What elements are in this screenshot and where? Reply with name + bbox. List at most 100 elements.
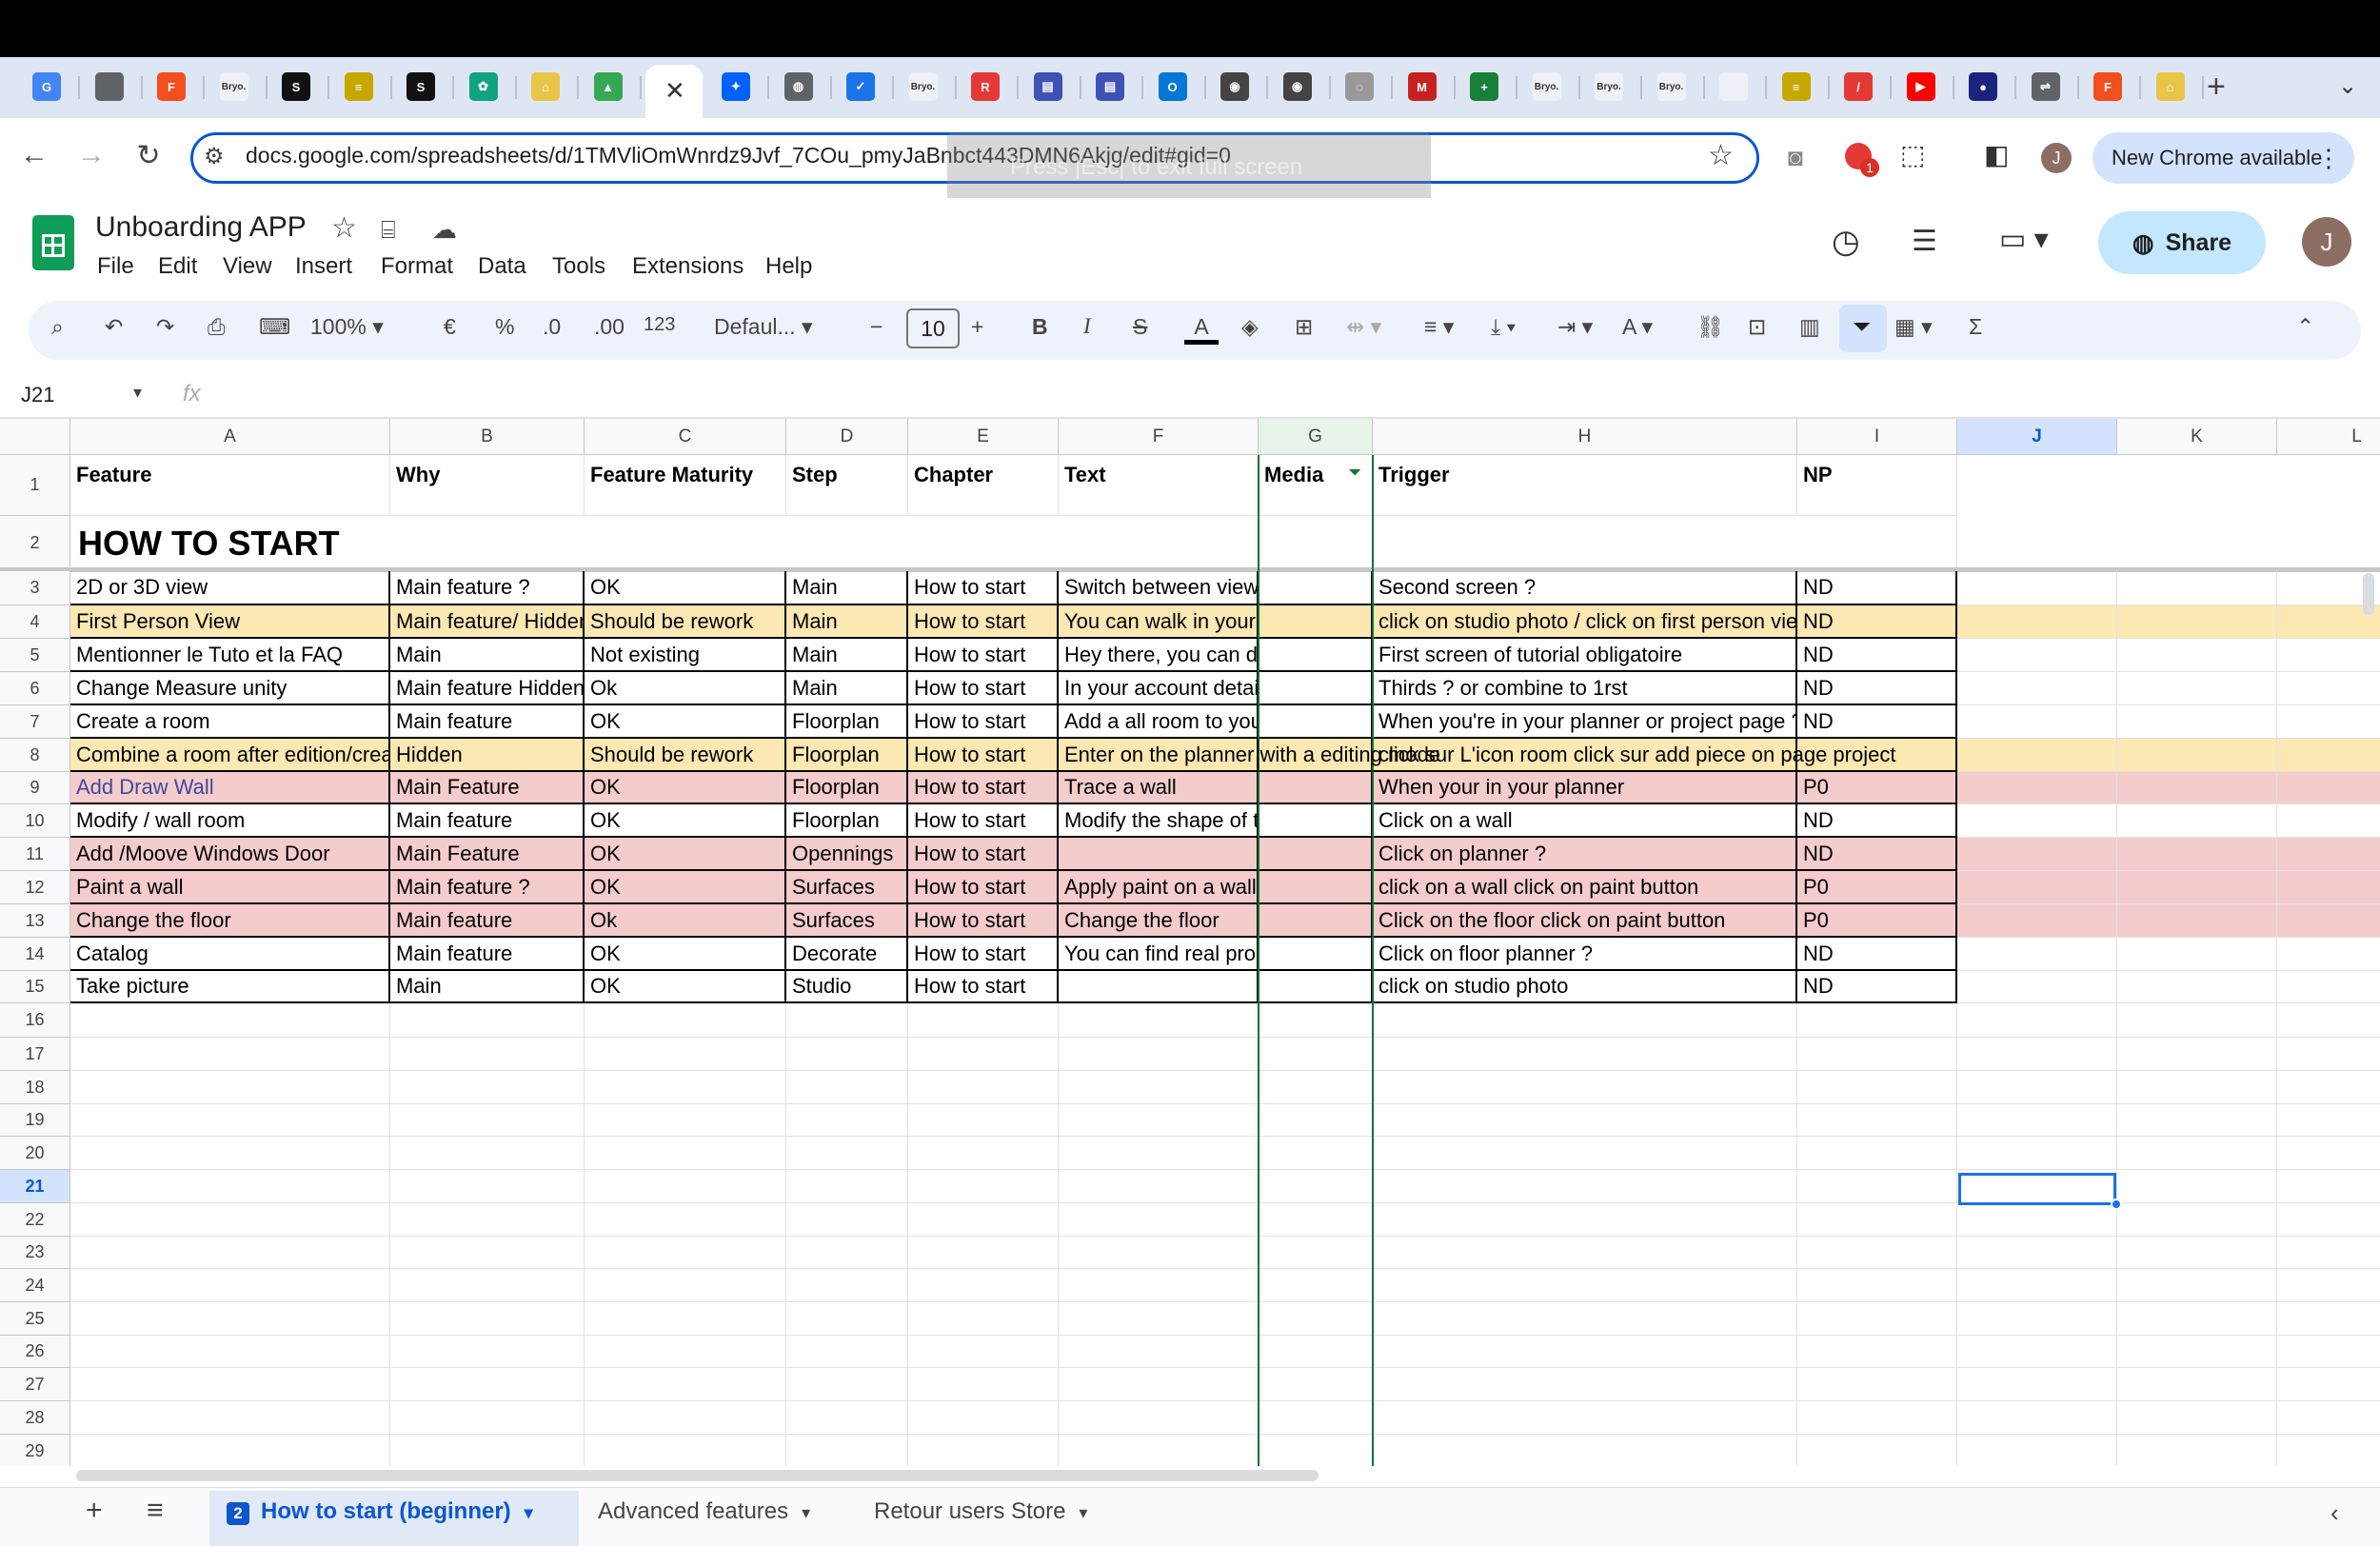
empty-cell[interactable] bbox=[786, 1336, 908, 1368]
empty-cell[interactable] bbox=[1957, 639, 2117, 672]
more-formats-button[interactable]: 123 bbox=[644, 314, 675, 336]
table-cell[interactable]: Floorplan bbox=[786, 772, 908, 804]
empty-cell[interactable] bbox=[585, 1104, 786, 1137]
empty-cell[interactable] bbox=[1259, 1435, 1373, 1466]
column-header-e[interactable]: E bbox=[908, 419, 1059, 455]
empty-cell[interactable] bbox=[1059, 1071, 1259, 1104]
new-chrome-available-button[interactable]: New Chrome available ⋮ bbox=[2092, 132, 2354, 184]
empty-cell[interactable] bbox=[908, 1203, 1059, 1237]
empty-cell[interactable] bbox=[2117, 1104, 2277, 1137]
row-header[interactable]: 6 bbox=[0, 672, 70, 705]
empty-cell[interactable] bbox=[786, 1038, 908, 1071]
column-header-j[interactable]: J bbox=[1957, 419, 2117, 455]
spreadsheet-grid[interactable]: A B C D E F G H I J K L 1 Feature Why Feature Maturity S… bbox=[0, 419, 2380, 1466]
table-cell[interactable]: P0 bbox=[1797, 871, 1957, 904]
browser-tab-favicon[interactable]: + bbox=[1470, 72, 1498, 101]
empty-cell[interactable] bbox=[2277, 739, 2380, 772]
empty-cell[interactable] bbox=[1259, 1104, 1373, 1137]
table-cell[interactable]: Change Measure unity bbox=[70, 672, 390, 705]
empty-cell[interactable] bbox=[2277, 1368, 2380, 1401]
new-tab-button[interactable]: + bbox=[2207, 69, 2226, 106]
empty-cell[interactable] bbox=[390, 1269, 585, 1302]
browser-tab-favicon[interactable]: ◌ bbox=[1345, 72, 1374, 101]
table-cell[interactable]: ND bbox=[1797, 838, 1957, 871]
table-cell[interactable]: Modify / wall room bbox=[70, 804, 390, 838]
bookmark-star-icon[interactable]: ☆ bbox=[1708, 139, 1734, 172]
sheet-tab[interactable]: Retour users Store ▾ bbox=[874, 1498, 1087, 1525]
table-cell[interactable]: How to start bbox=[908, 605, 1059, 639]
menu-help[interactable]: Help bbox=[765, 253, 812, 280]
camera-icon[interactable]: ◙ bbox=[1788, 143, 1803, 172]
empty-cell[interactable] bbox=[2277, 904, 2380, 938]
empty-cell[interactable] bbox=[585, 1203, 786, 1237]
empty-cell[interactable] bbox=[1957, 971, 2117, 1003]
header-cell[interactable]: Feature bbox=[70, 455, 390, 516]
empty-cell[interactable] bbox=[70, 1269, 390, 1302]
empty-cell[interactable] bbox=[70, 1401, 390, 1435]
site-info-icon[interactable]: ⚙ bbox=[204, 143, 225, 170]
header-cell[interactable]: NP bbox=[1797, 455, 1957, 516]
table-cell[interactable]: Floorplan bbox=[786, 739, 908, 772]
table-cell[interactable]: OK bbox=[585, 938, 786, 971]
column-header-d[interactable]: D bbox=[786, 419, 908, 455]
table-cell[interactable]: OK bbox=[585, 838, 786, 871]
empty-cell[interactable] bbox=[390, 1435, 585, 1466]
empty-cell[interactable] bbox=[908, 1368, 1059, 1401]
table-cell[interactable]: First Person View bbox=[70, 605, 390, 639]
table-cell[interactable]: Main feature bbox=[390, 904, 585, 938]
row-header[interactable]: 19 bbox=[0, 1104, 70, 1137]
table-cell[interactable] bbox=[1259, 571, 1373, 605]
table-cell[interactable]: Change the floor bbox=[1059, 904, 1259, 938]
sheet-tab[interactable]: 2 How to start (beginner) ▾ bbox=[227, 1498, 533, 1525]
sheets-logo-icon[interactable] bbox=[32, 215, 74, 270]
empty-cell[interactable] bbox=[2117, 1302, 2277, 1336]
percent-format-button[interactable]: % bbox=[495, 314, 514, 340]
table-cell[interactable]: Main feature Hidden bbox=[390, 672, 585, 705]
table-cell[interactable]: How to start bbox=[908, 739, 1059, 772]
browser-tab-favicon[interactable]: ◉ bbox=[1282, 72, 1312, 101]
table-cell[interactable]: Click on floor planner ? bbox=[1373, 938, 1797, 971]
empty-cell[interactable] bbox=[2117, 871, 2277, 904]
table-cell[interactable]: OK bbox=[585, 772, 786, 804]
menu-extensions[interactable]: Extensions bbox=[632, 253, 744, 280]
empty-cell[interactable] bbox=[2277, 1137, 2380, 1170]
empty-cell[interactable] bbox=[2117, 571, 2277, 605]
puzzle-icon[interactable]: ⬚ bbox=[1900, 139, 1925, 170]
empty-cell[interactable] bbox=[1957, 605, 2117, 639]
collapse-toolbar-icon[interactable]: ⌃ bbox=[2296, 314, 2314, 340]
empty-cell[interactable] bbox=[786, 1137, 908, 1170]
menu-view[interactable]: View bbox=[223, 253, 272, 280]
empty-cell[interactable] bbox=[2277, 1003, 2380, 1038]
empty-cell[interactable] bbox=[2117, 971, 2277, 1003]
sheet-tab-dropdown-icon[interactable]: ▾ bbox=[1079, 1503, 1087, 1522]
empty-cell[interactable] bbox=[1797, 1336, 1957, 1368]
empty-cell[interactable] bbox=[786, 1170, 908, 1203]
insert-link-icon[interactable]: ⛓ bbox=[1696, 314, 1724, 340]
currency-format-button[interactable]: € bbox=[444, 314, 456, 340]
move-folder-icon[interactable]: ⌸ bbox=[381, 215, 396, 246]
font-size-input[interactable]: 10 bbox=[906, 308, 960, 348]
strikethrough-button[interactable]: S bbox=[1133, 314, 1147, 340]
empty-cell[interactable] bbox=[786, 1401, 908, 1435]
empty-cell[interactable] bbox=[70, 1237, 390, 1269]
table-cell[interactable]: Main feature ? bbox=[390, 571, 585, 605]
browser-tab-favicon[interactable]: ◍ bbox=[783, 72, 813, 101]
filter-views-icon[interactable]: ▦ ▾ bbox=[1894, 314, 1933, 340]
table-cell[interactable] bbox=[1259, 838, 1373, 871]
table-cell[interactable]: Thirds ? or combine to 1rst bbox=[1373, 672, 1797, 705]
column-header-a[interactable]: A bbox=[70, 419, 390, 455]
table-cell[interactable]: click on studio photo / click on first p… bbox=[1373, 605, 1797, 639]
empty-cell[interactable] bbox=[2117, 904, 2277, 938]
table-cell[interactable]: Switch between views bbox=[1059, 571, 1259, 605]
menu-format[interactable]: Format bbox=[381, 253, 453, 280]
empty-cell[interactable] bbox=[2277, 1435, 2380, 1466]
empty-cell[interactable] bbox=[70, 1368, 390, 1401]
empty-cell[interactable] bbox=[585, 1003, 786, 1038]
browser-tab-favicon[interactable]: G bbox=[32, 72, 61, 101]
row-header[interactable]: 3 bbox=[0, 571, 70, 605]
table-cell[interactable]: Main Feature bbox=[390, 838, 585, 871]
table-cell[interactable]: Main bbox=[786, 639, 908, 672]
table-cell[interactable]: You can walk in your room and take bbox=[1059, 605, 1259, 639]
empty-cell[interactable] bbox=[1797, 1137, 1957, 1170]
empty-cell[interactable] bbox=[2117, 1003, 2277, 1038]
